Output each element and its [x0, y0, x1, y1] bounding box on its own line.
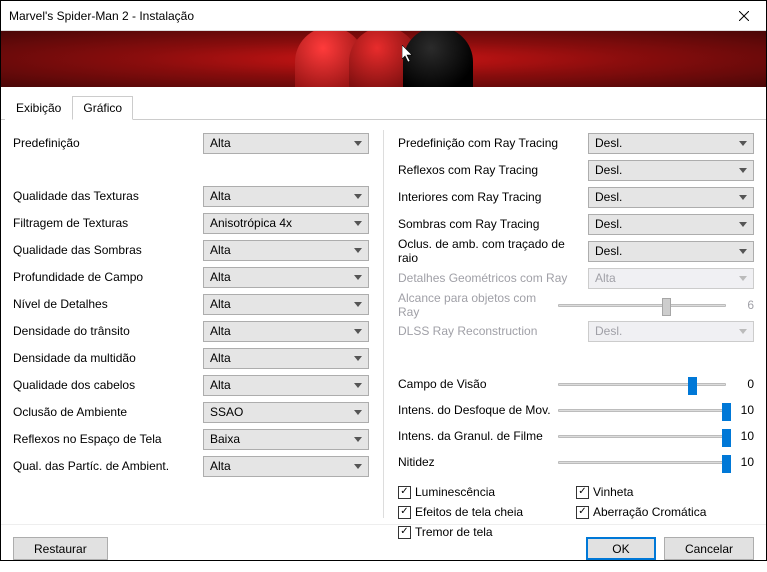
- shadow-quality-select[interactable]: Alta: [203, 240, 369, 261]
- close-button[interactable]: [721, 1, 766, 31]
- close-icon: [739, 11, 749, 21]
- motion-blur-slider[interactable]: [558, 409, 726, 412]
- window-title: Marvel's Spider-Man 2 - Instalação: [9, 9, 721, 23]
- film-grain-value: 10: [734, 429, 754, 443]
- chromatic-aberration-checkbox[interactable]: ✓Aberração Cromática: [576, 503, 754, 521]
- film-grain-label: Intens. da Granul. de Filme: [398, 429, 558, 443]
- screen-shake-checkbox[interactable]: ✓Tremor de tela: [398, 523, 576, 541]
- tab-graphics[interactable]: Gráfico: [72, 96, 133, 120]
- slider-thumb[interactable]: [722, 455, 731, 473]
- sharpness-slider[interactable]: [558, 461, 726, 464]
- ssr-select[interactable]: Baixa: [203, 429, 369, 450]
- ok-button[interactable]: OK: [586, 537, 656, 560]
- dof-select[interactable]: Alta: [203, 267, 369, 288]
- film-grain-slider[interactable]: [558, 435, 726, 438]
- checkbox-icon: ✓: [398, 506, 411, 519]
- texture-quality-label: Qualidade das Texturas: [13, 189, 203, 203]
- rt-shadows-select[interactable]: Desl.: [588, 214, 754, 235]
- particles-select[interactable]: Alta: [203, 456, 369, 477]
- rt-interiors-select[interactable]: Desl.: [588, 187, 754, 208]
- rt-range-label: Alcance para objetos com Ray: [398, 291, 558, 319]
- checkbox-icon: ✓: [398, 526, 411, 539]
- sharpness-value: 10: [734, 455, 754, 469]
- rt-preset-select[interactable]: Desl.: [588, 133, 754, 154]
- lod-select[interactable]: Alta: [203, 294, 369, 315]
- texture-filter-select[interactable]: Anisotrópica 4x: [203, 213, 369, 234]
- rt-range-slider: [558, 304, 726, 307]
- preset-label: Predefinição: [13, 136, 203, 150]
- slider-thumb[interactable]: [722, 403, 731, 421]
- rt-range-value: 6: [734, 298, 754, 312]
- left-column: PredefiniçãoAlta Qualidade das TexturasA…: [13, 130, 384, 518]
- lod-label: Nível de Detalhes: [13, 297, 203, 311]
- dof-label: Profundidade de Campo: [13, 270, 203, 284]
- motion-blur-label: Intens. do Desfoque de Mov.: [398, 403, 558, 417]
- rt-interiors-label: Interiores com Ray Tracing: [398, 190, 588, 204]
- fov-slider[interactable]: [558, 383, 726, 386]
- vignette-checkbox[interactable]: ✓Vinheta: [576, 483, 754, 501]
- dlss-rr-select: Desl.: [588, 321, 754, 342]
- rt-preset-label: Predefinição com Ray Tracing: [398, 136, 588, 150]
- rt-reflections-label: Reflexos com Ray Tracing: [398, 163, 588, 177]
- rt-shadows-label: Sombras com Ray Tracing: [398, 217, 588, 231]
- fov-label: Campo de Visão: [398, 377, 558, 391]
- motion-blur-value: 10: [734, 403, 754, 417]
- traffic-select[interactable]: Alta: [203, 321, 369, 342]
- traffic-label: Densidade do trânsito: [13, 324, 203, 338]
- hair-label: Qualidade dos cabelos: [13, 378, 203, 392]
- ao-label: Oclusão de Ambiente: [13, 405, 203, 419]
- checkbox-icon: ✓: [576, 486, 589, 499]
- tab-display[interactable]: Exibição: [5, 96, 72, 120]
- crowd-select[interactable]: Alta: [203, 348, 369, 369]
- particles-label: Qual. das Partíc. de Ambient.: [13, 459, 203, 473]
- titlebar: Marvel's Spider-Man 2 - Instalação: [1, 1, 766, 31]
- slider-thumb[interactable]: [722, 429, 731, 447]
- rt-geo-select: Alta: [588, 268, 754, 289]
- slider-thumb: [662, 298, 671, 316]
- content: PredefiniçãoAlta Qualidade das TexturasA…: [1, 120, 766, 524]
- ssr-label: Reflexos no Espaço de Tela: [13, 432, 203, 446]
- ao-select[interactable]: SSAO: [203, 402, 369, 423]
- fullscreen-fx-checkbox[interactable]: ✓Efeitos de tela cheia: [398, 503, 576, 521]
- restore-button[interactable]: Restaurar: [13, 537, 108, 560]
- preset-select[interactable]: Alta: [203, 133, 369, 154]
- sharpness-label: Nitidez: [398, 455, 558, 469]
- rt-ao-select[interactable]: Desl.: [588, 241, 754, 262]
- rt-reflections-select[interactable]: Desl.: [588, 160, 754, 181]
- hair-select[interactable]: Alta: [203, 375, 369, 396]
- checkbox-icon: ✓: [576, 506, 589, 519]
- hero-character: [403, 31, 473, 87]
- fov-value: 0: [734, 377, 754, 391]
- rt-ao-label: Oclus. de amb. com traçado de raio: [398, 237, 588, 265]
- hero-banner: [1, 31, 766, 87]
- slider-thumb[interactable]: [688, 377, 697, 395]
- shadow-quality-label: Qualidade das Sombras: [13, 243, 203, 257]
- bloom-checkbox[interactable]: ✓Luminescência: [398, 483, 576, 501]
- dlss-rr-label: DLSS Ray Reconstruction: [398, 324, 588, 338]
- right-column: Predefinição com Ray TracingDesl. Reflex…: [384, 130, 754, 518]
- texture-filter-label: Filtragem de Texturas: [13, 216, 203, 230]
- checkbox-icon: ✓: [398, 486, 411, 499]
- rt-geo-label: Detalhes Geométricos com Ray: [398, 271, 588, 285]
- texture-quality-select[interactable]: Alta: [203, 186, 369, 207]
- tab-bar: Exibição Gráfico: [1, 87, 766, 120]
- crowd-label: Densidade da multidão: [13, 351, 203, 365]
- cancel-button[interactable]: Cancelar: [664, 537, 754, 560]
